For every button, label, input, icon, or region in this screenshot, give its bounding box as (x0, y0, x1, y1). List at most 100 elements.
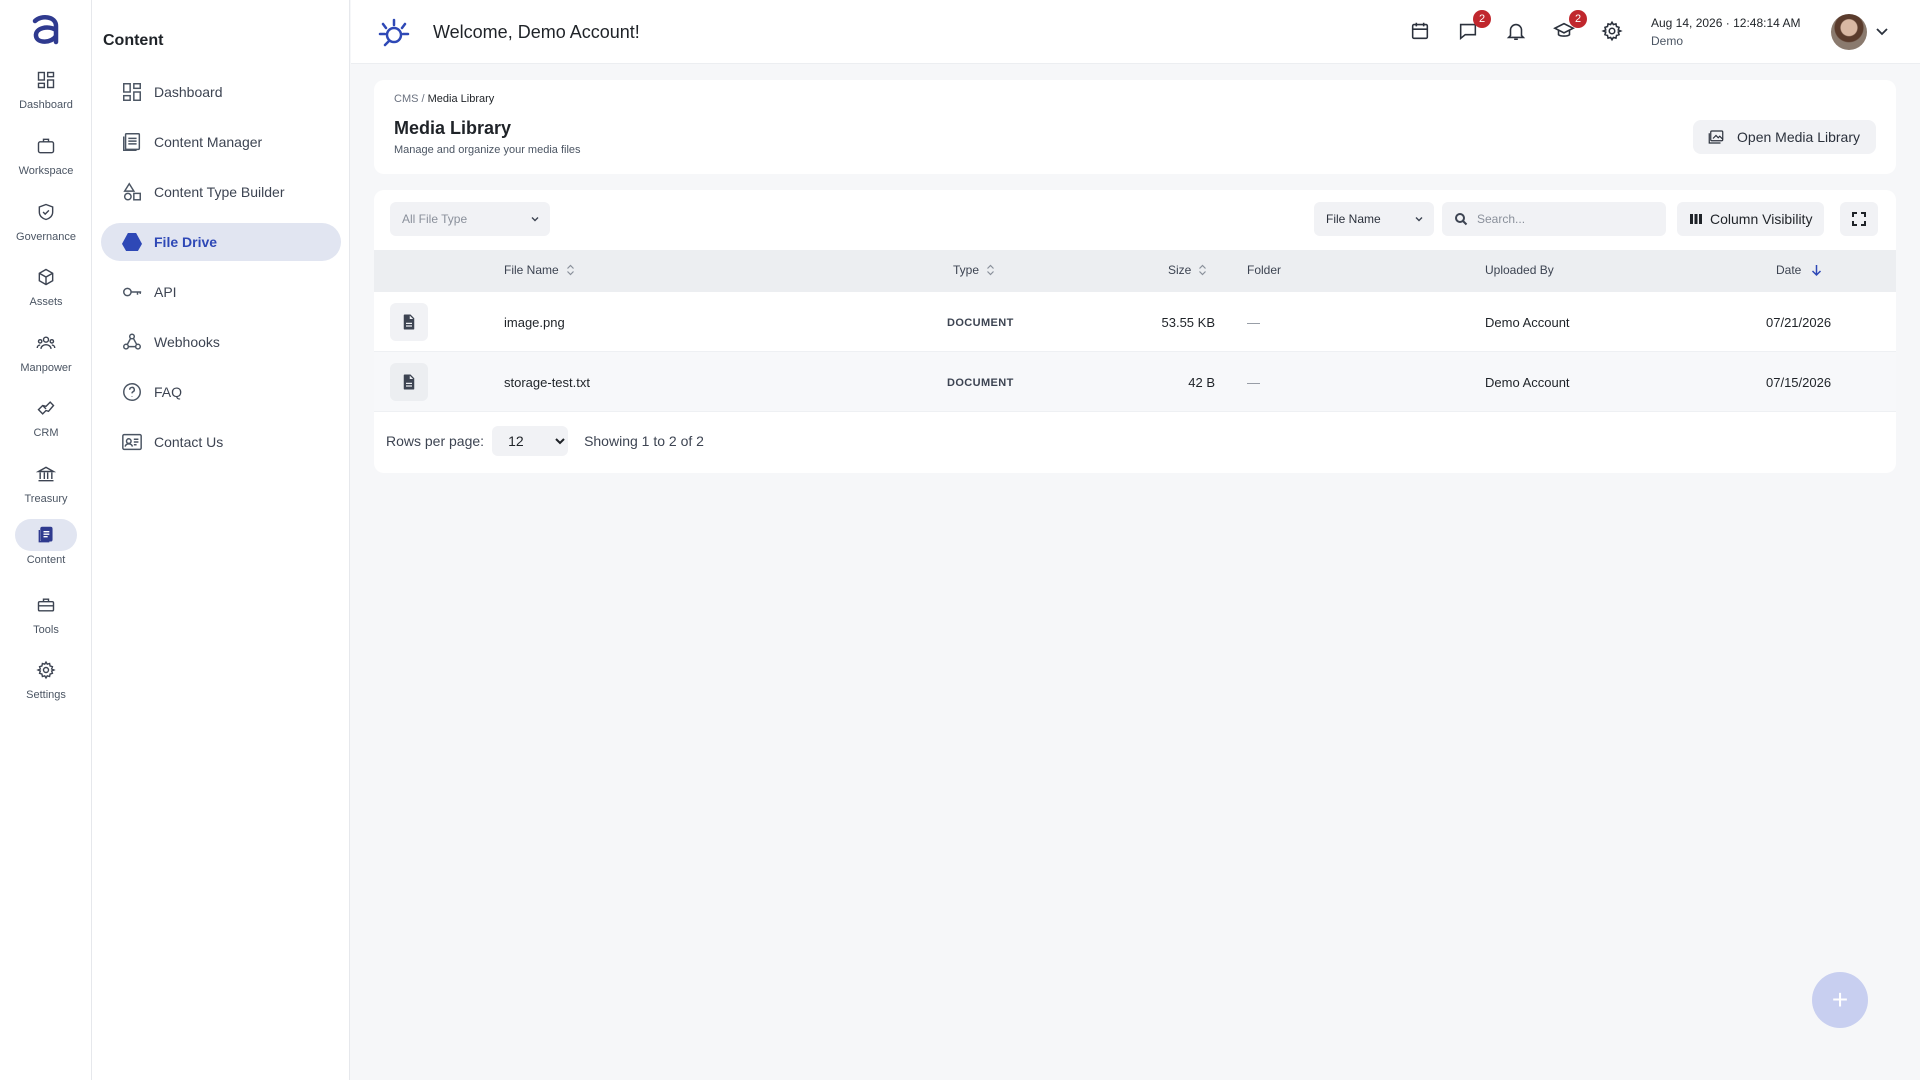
rail-item-assets[interactable]: Assets (0, 261, 92, 317)
bell-icon (1506, 23, 1526, 41)
cell-folder: — (1247, 375, 1260, 390)
rail-item-workspace[interactable]: Workspace (0, 130, 92, 186)
rail-item-settings[interactable]: Settings (0, 654, 92, 710)
rail-item-label: Manpower (20, 362, 72, 374)
datetime-display: Aug 14, 2026 · 12:48:14 AM Demo (1651, 16, 1800, 48)
file-type-select[interactable]: All File Type (390, 202, 550, 236)
search-box (1442, 202, 1666, 236)
rows-per-page-select[interactable]: 12 (492, 426, 569, 456)
rail-item-label: Dashboard (19, 99, 73, 111)
drive-icon (121, 233, 143, 251)
page-title: Media Library (394, 118, 512, 138)
bank-icon (36, 466, 56, 482)
gear-icon (1601, 20, 1623, 42)
table-header: File Name Type Size Folder Uploaded By D… (374, 250, 1896, 292)
breadcrumb-cms[interactable]: CMS (394, 93, 418, 105)
app-logo[interactable] (28, 12, 64, 48)
column-header-label: Date (1776, 263, 1802, 277)
open-media-library-button[interactable]: Open Media Library (1693, 120, 1876, 154)
rail-item-label: Tools (33, 624, 59, 636)
sort-icon (566, 264, 574, 276)
current-date: Aug 14, 2026 (1651, 16, 1723, 30)
sidebar-item-faq[interactable]: FAQ (101, 373, 341, 411)
cell-size: 53.55 KB (1161, 315, 1216, 330)
column-header-label: Type (953, 263, 980, 277)
column-header-label: Size (1168, 263, 1192, 277)
sidebar-item-dashboard[interactable]: Dashboard (101, 73, 341, 111)
file-type-value: All File Type (402, 212, 468, 226)
rail-item-dashboard[interactable]: Dashboard (0, 64, 92, 120)
cell-size: 42 B (1188, 375, 1215, 390)
rail-item-treasury[interactable]: Treasury (0, 458, 92, 514)
file-document-icon (403, 374, 415, 390)
datetime-separator: · (1725, 16, 1730, 30)
handshake-icon (37, 401, 55, 415)
search-input[interactable] (1477, 212, 1657, 226)
media-table-card: All File Type File Name Column Visibilit… (374, 190, 1896, 473)
search-icon (1455, 213, 1468, 226)
sidebar-title: Content (103, 32, 164, 49)
breadcrumb-separator: / (421, 93, 425, 105)
rail-item-tools[interactable]: Tools (0, 589, 92, 645)
sidebar-item-contact-us[interactable]: Contact Us (101, 423, 341, 461)
sidebar-item-label: Content Manager (154, 134, 263, 150)
settings-button[interactable] (1601, 20, 1625, 44)
cell-uploaded-by: Demo Account (1485, 375, 1570, 390)
calendar-button[interactable] (1409, 20, 1433, 44)
dashboard-icon (37, 71, 55, 89)
file-thumbnail (390, 303, 428, 341)
messages-badge: 2 (1473, 10, 1491, 28)
sidebar-item-content-manager[interactable]: Content Manager (101, 123, 341, 161)
cell-folder: — (1247, 315, 1260, 330)
rail-item-label: CRM (33, 427, 59, 439)
sidebar-item-content-type-builder[interactable]: Content Type Builder (101, 173, 341, 211)
rail-item-manpower[interactable]: Manpower (0, 327, 92, 383)
table-row[interactable]: image.png DOCUMENT 53.55 KB — Demo Accou… (374, 292, 1896, 352)
webhook-icon (123, 333, 141, 350)
sort-field-select[interactable]: File Name (1314, 202, 1434, 236)
pagination: Rows per page: 12 Showing 1 to 2 of 2 (386, 426, 704, 456)
column-visibility-button[interactable]: Column Visibility (1677, 202, 1825, 236)
sidebar-item-file-drive[interactable]: File Drive (101, 223, 341, 261)
page-subtitle: Manage and organize your media files (394, 144, 581, 156)
learning-button[interactable]: 2 (1553, 10, 1587, 44)
messages-button[interactable]: 2 (1457, 10, 1491, 44)
sidebar-item-label: Contact Us (154, 434, 224, 450)
list-icon (123, 133, 141, 151)
rail-item-governance[interactable]: Governance (0, 196, 92, 252)
sort-field-value: File Name (1326, 212, 1381, 226)
people-icon (36, 336, 56, 349)
notifications-button[interactable] (1505, 20, 1529, 44)
avatar[interactable] (1831, 14, 1867, 50)
add-button[interactable]: + (1812, 972, 1868, 1028)
welcome-message: Welcome, Demo Account! (433, 22, 640, 42)
column-header-file-name[interactable]: File Name (504, 263, 575, 277)
cell-file-name[interactable]: image.png (504, 315, 565, 330)
file-thumbnail (390, 363, 428, 401)
sidebar-item-label: Dashboard (154, 84, 223, 100)
pagination-summary: Showing 1 to 2 of 2 (584, 433, 704, 449)
cell-file-name[interactable]: storage-test.txt (504, 375, 590, 390)
briefcase-icon (37, 138, 55, 154)
rail-item-crm[interactable]: CRM (0, 392, 92, 448)
table-row[interactable]: storage-test.txt DOCUMENT 42 B — Demo Ac… (374, 352, 1896, 412)
sidebar-item-label: API (154, 284, 177, 300)
cell-type: DOCUMENT (947, 377, 1014, 389)
sidebar-item-webhooks[interactable]: Webhooks (101, 323, 341, 361)
column-header-type[interactable]: Type (953, 263, 995, 277)
toolbox-icon (37, 598, 55, 612)
column-header-size[interactable]: Size (1168, 263, 1207, 277)
rail-item-content[interactable]: Content (0, 519, 92, 575)
learning-badge: 2 (1569, 10, 1587, 28)
page-header: CMS / Media Library Media Library Manage… (374, 80, 1896, 174)
plus-icon: + (1831, 984, 1849, 1015)
content-sidebar: Content Dashboard Content Manager Conten… (92, 0, 350, 1080)
fullscreen-button[interactable] (1840, 202, 1878, 236)
breadcrumb-current: Media Library (427, 93, 495, 105)
column-header-date[interactable]: Date (1776, 263, 1822, 277)
chevron-down-icon[interactable] (1875, 24, 1889, 38)
key-icon (123, 287, 142, 297)
sidebar-item-label: Webhooks (154, 334, 220, 350)
column-header-label: Folder (1247, 263, 1282, 277)
sidebar-item-api[interactable]: API (101, 273, 341, 311)
